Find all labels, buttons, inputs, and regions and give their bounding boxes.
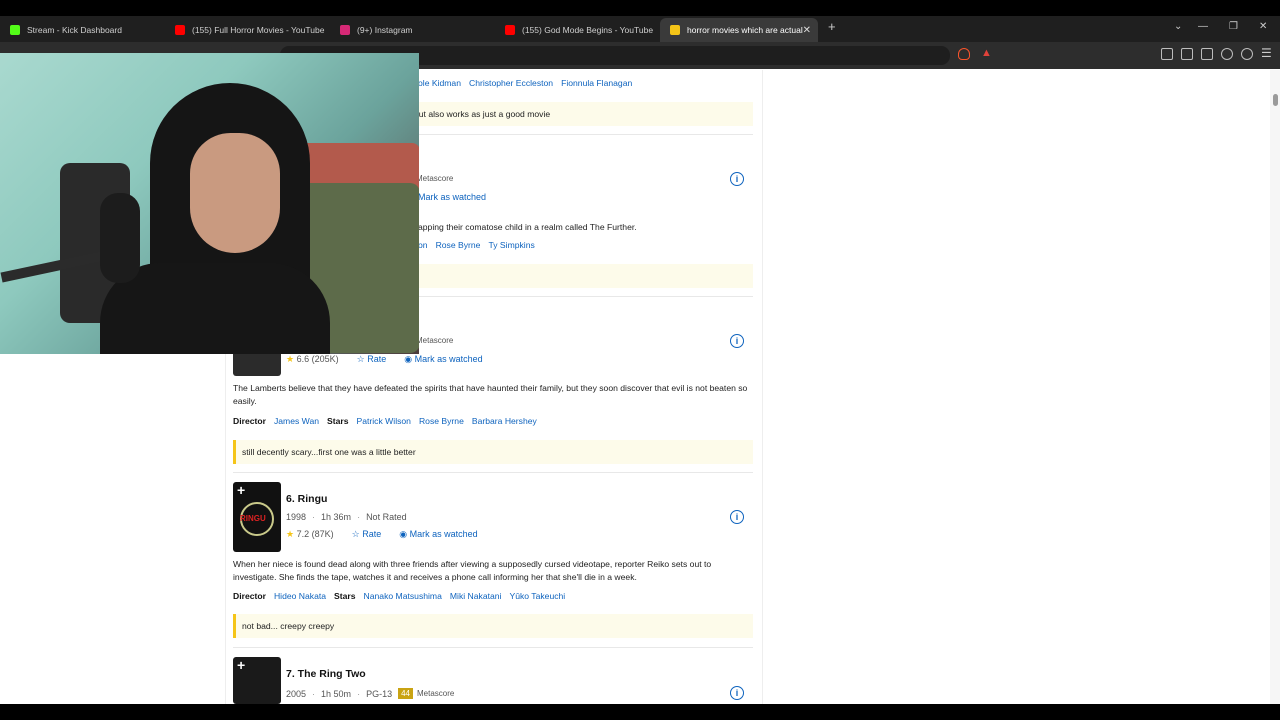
metascore: 44 Metascore bbox=[398, 688, 454, 699]
restore-icon[interactable]: ❐ bbox=[1229, 21, 1238, 32]
poster-image[interactable]: + RINGU bbox=[233, 482, 281, 552]
star-link[interactable]: Fionnula Flanagan bbox=[561, 78, 632, 88]
close-tab-icon[interactable]: ✕ bbox=[803, 25, 811, 36]
director-link[interactable]: Hideo Nakata bbox=[274, 591, 326, 601]
divider bbox=[233, 647, 753, 648]
close-window-icon[interactable]: ✕ bbox=[1259, 21, 1267, 32]
tab-youtube-2[interactable]: (155) God Mode Begins - YouTube bbox=[495, 18, 660, 42]
rating-row: ★ 6.6 (205K) ☆ Rate ◉ Mark as watched bbox=[286, 354, 483, 365]
youtube-icon bbox=[175, 25, 185, 35]
scrollbar-thumb[interactable] bbox=[1273, 94, 1278, 106]
instagram-icon bbox=[340, 25, 350, 35]
rating-row: ★ 7.2 (87K) ☆ Rate ◉ Mark as watched bbox=[286, 529, 478, 540]
description: apping their comatose child in a realm c… bbox=[418, 222, 637, 232]
rate-button[interactable]: ☆ Rate bbox=[352, 529, 382, 540]
rate-button[interactable]: ☆ Rate bbox=[357, 354, 387, 365]
star-icon: ★ bbox=[286, 354, 295, 364]
star-link[interactable]: Rose Byrne bbox=[419, 416, 464, 426]
star-link[interactable]: on bbox=[418, 240, 428, 250]
entry-top-stars: ole Kidman Christopher Eccleston Fionnul… bbox=[418, 78, 632, 88]
star-link[interactable]: Patrick Wilson bbox=[357, 416, 411, 426]
tab-kick[interactable]: Stream - Kick Dashboard bbox=[0, 18, 165, 42]
star-link[interactable]: Miki Nakatani bbox=[450, 591, 502, 601]
star-link[interactable]: Ty Simpkins bbox=[488, 240, 534, 250]
kick-icon bbox=[10, 25, 20, 35]
movie-title[interactable]: 7. The Ring Two bbox=[286, 668, 366, 680]
info-icon[interactable]: i bbox=[730, 510, 744, 524]
description: The Lamberts believe that they have defe… bbox=[233, 383, 748, 406]
tab-bar: Stream - Kick Dashboard (155) Full Horro… bbox=[0, 16, 1280, 42]
movie-meta: 2005 · 1h 50m · PG-13 44 Metascore bbox=[286, 688, 455, 699]
director-link[interactable]: James Wan bbox=[274, 416, 319, 426]
brave-rewards-icon[interactable]: ▲ bbox=[981, 47, 992, 59]
page-scrollbar[interactable] bbox=[1270, 70, 1280, 704]
mark-watched-button[interactable]: Mark as watched bbox=[418, 192, 486, 202]
star-link[interactable]: Christopher Eccleston bbox=[469, 78, 553, 88]
star-link[interactable]: Yûko Takeuchi bbox=[509, 591, 565, 601]
webcam-microphone bbox=[100, 193, 140, 283]
tab-search-icon[interactable]: ⌄ bbox=[1174, 21, 1182, 32]
leo-ai-icon[interactable] bbox=[1221, 48, 1233, 60]
user-note: not bad... creepy creepy bbox=[233, 614, 753, 638]
tab-instagram[interactable]: (9+) Instagram bbox=[330, 18, 495, 42]
mark-watched-button[interactable]: ◉ Mark as watched bbox=[399, 529, 477, 540]
star-link[interactable]: Nanako Matsushima bbox=[364, 591, 442, 601]
vpn-icon[interactable] bbox=[1241, 48, 1253, 60]
rating-row: Mark as watched bbox=[418, 192, 486, 202]
user-note: still decently scary...first one was a l… bbox=[233, 440, 753, 464]
star-link[interactable]: ole Kidman bbox=[418, 78, 461, 88]
credits-row: Director Hideo Nakata Stars Nanako Matsu… bbox=[233, 591, 566, 601]
tab-youtube-1[interactable]: (155) Full Horror Movies - YouTube bbox=[165, 18, 330, 42]
tab-imdb-active[interactable]: horror movies which are actually ✕ bbox=[660, 18, 818, 42]
credits-row: Director James Wan Stars Patrick Wilson … bbox=[233, 416, 537, 426]
sidebar-icon[interactable] bbox=[1181, 48, 1193, 60]
new-tab-button[interactable]: + bbox=[828, 19, 836, 34]
metascore: Metascore bbox=[416, 174, 454, 183]
info-icon[interactable]: i bbox=[730, 334, 744, 348]
menu-icon[interactable]: ☰ bbox=[1261, 46, 1272, 60]
add-to-watchlist-icon[interactable]: + bbox=[237, 657, 245, 673]
description: When her niece is found dead along with … bbox=[233, 559, 712, 582]
info-icon[interactable]: i bbox=[730, 172, 744, 186]
info-icon[interactable]: i bbox=[730, 686, 744, 700]
wallet-icon[interactable] bbox=[1201, 48, 1213, 60]
star-link[interactable]: Barbara Hershey bbox=[472, 416, 537, 426]
star-link[interactable]: Rose Byrne bbox=[436, 240, 481, 250]
mark-watched-button[interactable]: ◉ Mark as watched bbox=[404, 354, 482, 365]
webcam-overlay bbox=[0, 53, 419, 354]
movie-title[interactable]: 6. Ringu bbox=[286, 493, 327, 505]
webcam-person-face bbox=[190, 133, 280, 253]
divider bbox=[233, 472, 753, 473]
star-icon: ★ bbox=[286, 529, 295, 539]
poster-image[interactable]: + bbox=[233, 657, 281, 704]
movie-meta: 1998 · 1h 36m · Not Rated bbox=[286, 512, 407, 522]
youtube-icon bbox=[505, 25, 515, 35]
brave-shield-icon[interactable] bbox=[958, 48, 970, 60]
imdb-icon bbox=[670, 25, 680, 35]
extensions-icon[interactable] bbox=[1161, 48, 1173, 60]
minimize-icon[interactable]: — bbox=[1198, 21, 1208, 32]
credits-row: on Rose Byrne Ty Simpkins bbox=[418, 240, 535, 250]
metascore: Metascore bbox=[416, 336, 454, 345]
